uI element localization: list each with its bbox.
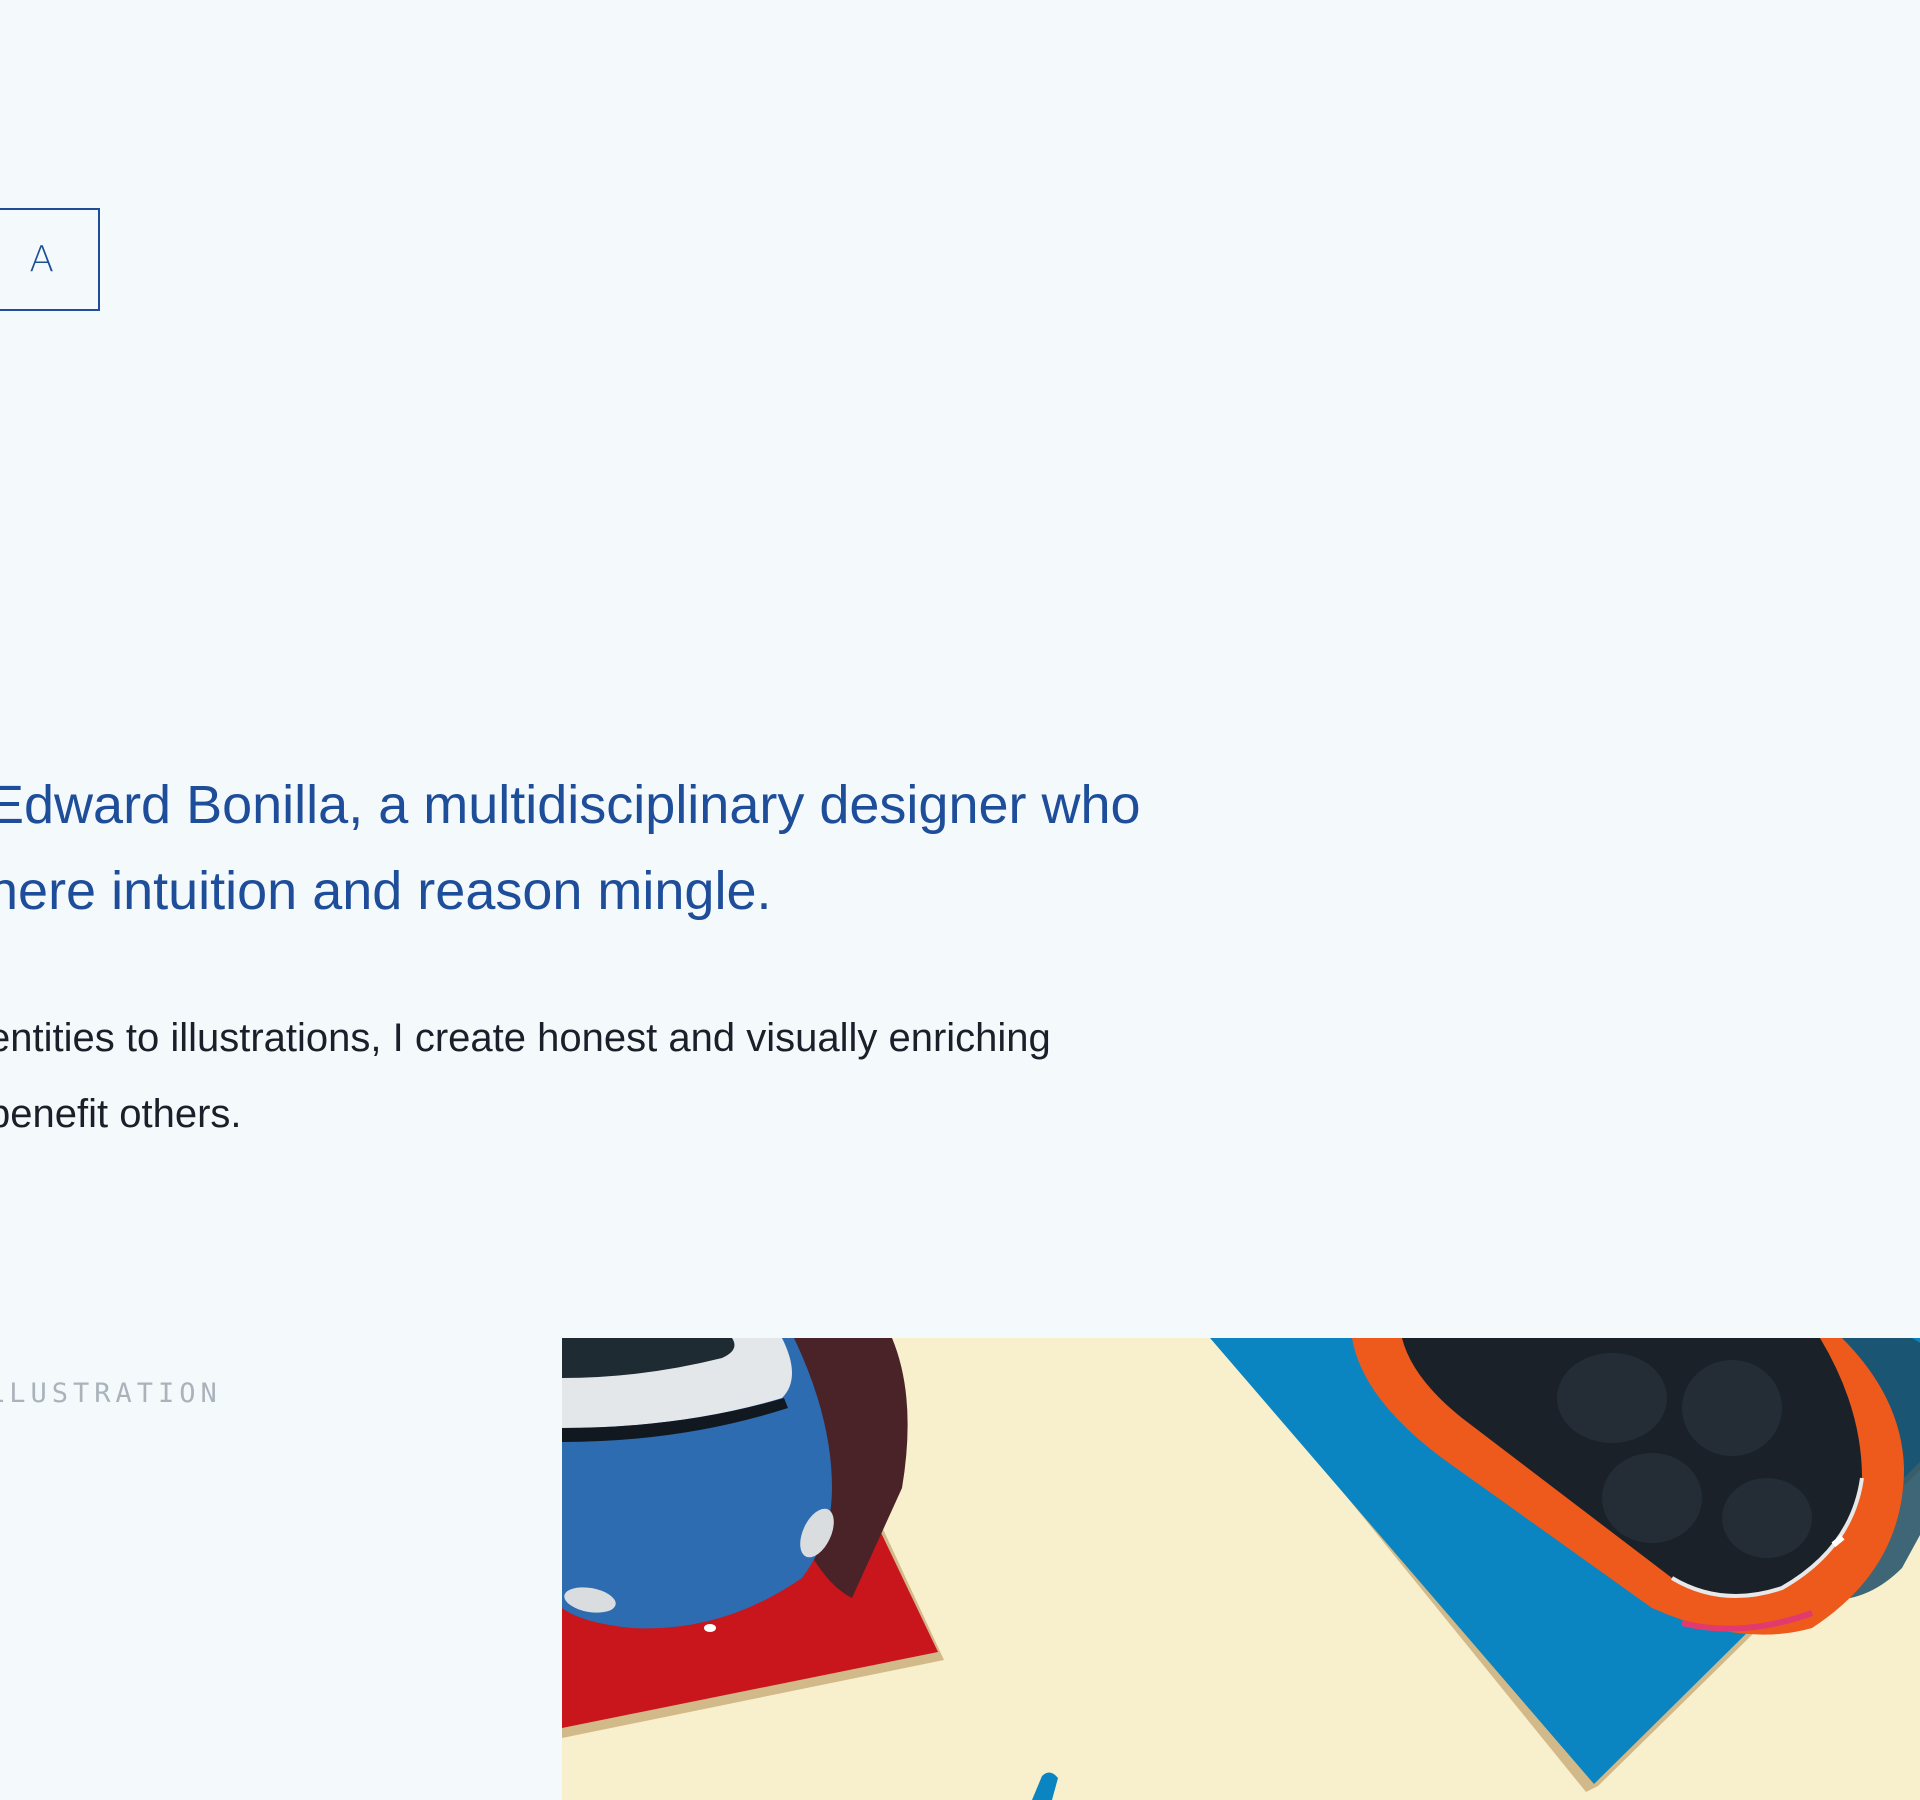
illustration-cars-parking-icon bbox=[562, 1338, 1920, 1800]
hero-headline: Edward Bonilla, a multidisciplinary desi… bbox=[0, 762, 1238, 934]
hero-description-line-1: entities to illustrations, I create hone… bbox=[0, 1016, 1051, 1060]
section-label-illustration: LLUSTRATION bbox=[0, 1378, 222, 1409]
project-artwork[interactable] bbox=[562, 1338, 1920, 1800]
site-logo[interactable]: R A bbox=[0, 208, 100, 311]
hero-headline-line-1: Edward Bonilla, a multidisciplinary desi… bbox=[0, 775, 1141, 835]
hero-headline-line-2: here intuition and reason mingle. bbox=[0, 861, 772, 921]
hero-description-line-2: benefit others. bbox=[0, 1092, 242, 1136]
hero-description: entities to illustrations, I create hone… bbox=[0, 1000, 1238, 1152]
logo-text: R A bbox=[0, 239, 68, 280]
